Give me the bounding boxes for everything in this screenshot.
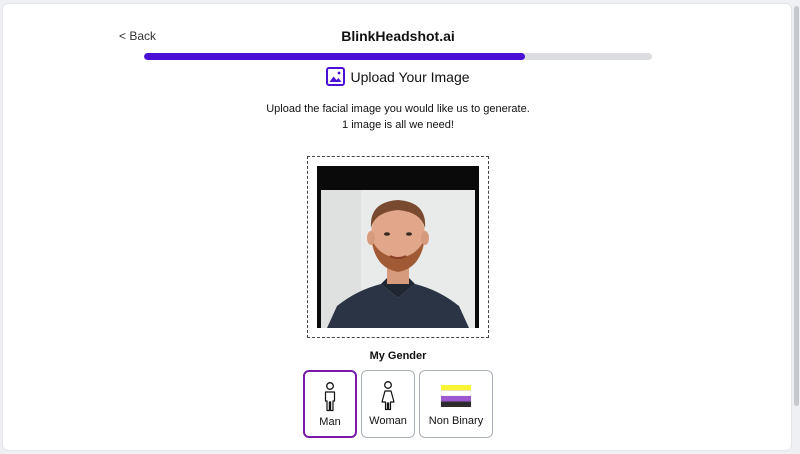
step-title: Upload Your Image: [3, 67, 791, 86]
upload-description: Upload the facial image you would like u…: [3, 101, 791, 133]
main-card: < Back BlinkHeadshot.ai Upload Your Imag…: [2, 3, 792, 451]
gender-option-woman[interactable]: Woman: [361, 370, 415, 438]
gender-label: My Gender: [369, 350, 427, 362]
gender-option-nonbinary[interactable]: Non Binary: [419, 370, 493, 438]
nonbinary-flag-icon: [441, 381, 471, 411]
gender-option-nonbinary-label: Non Binary: [428, 415, 484, 427]
description-line-2: 1 image is all we need!: [342, 119, 454, 131]
brand-title: BlinkHeadshot.ai: [341, 28, 455, 44]
gender-option-man-label: Man: [319, 416, 341, 428]
image-dropzone[interactable]: [307, 156, 489, 338]
page-scrollbar[interactable]: [792, 0, 800, 454]
headshot-photo: [317, 166, 479, 328]
progress-bar: [144, 53, 652, 60]
gender-options: Man Woman Non Binary: [3, 370, 791, 438]
gender-option-man[interactable]: Man: [303, 370, 357, 438]
progress-bar-fill: [144, 53, 525, 60]
woman-icon: [380, 381, 396, 411]
description-line-1: Upload the facial image you would like u…: [266, 103, 530, 115]
man-icon: [323, 382, 337, 412]
gender-option-woman-label: Woman: [369, 415, 407, 427]
image-icon: [326, 67, 346, 86]
scrollbar-thumb[interactable]: [794, 6, 799, 406]
step-title-text: Upload Your Image: [350, 68, 470, 85]
